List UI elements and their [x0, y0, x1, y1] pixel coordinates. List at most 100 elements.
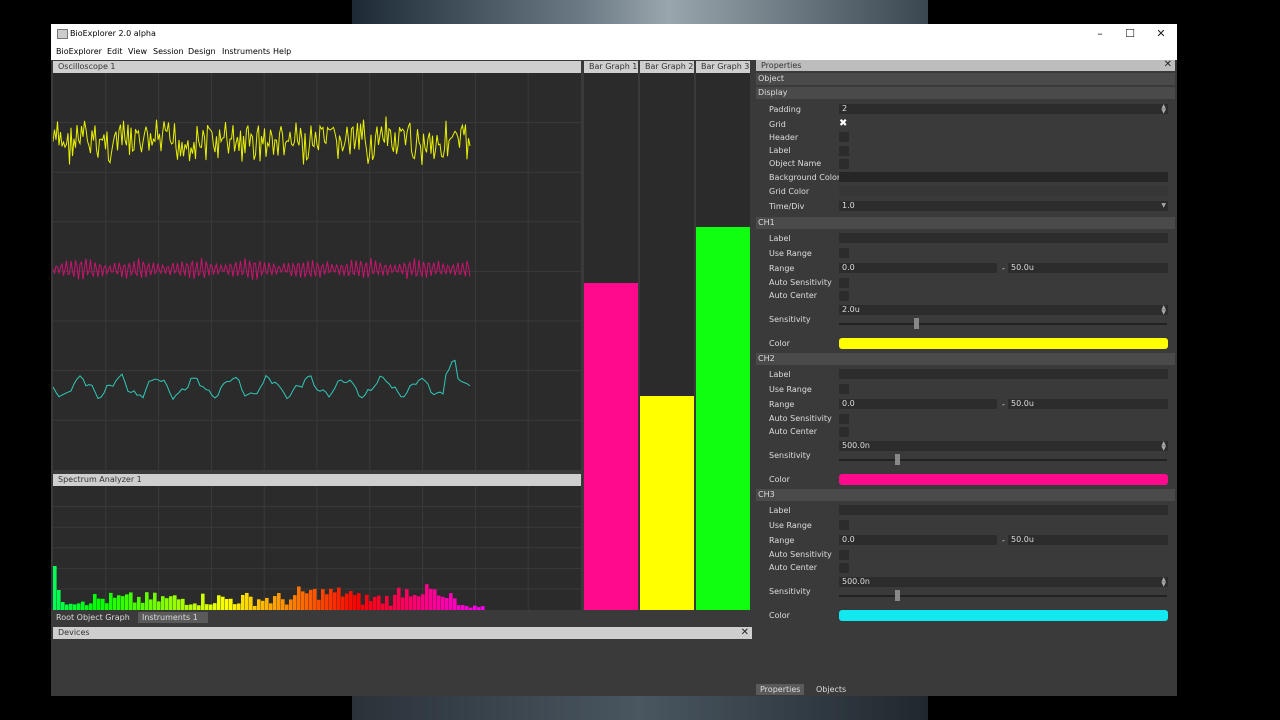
ch3-range-max-input[interactable]: 50.0u	[1008, 535, 1168, 545]
spectrum-bin	[333, 592, 337, 610]
menu-view[interactable]: View	[128, 47, 147, 56]
bar-graph-2-header[interactable]: Bar Graph 2	[640, 61, 694, 73]
ch3-sensitivity-input[interactable]: 500.0n ▲ ▼	[839, 577, 1168, 588]
spectrum-analyzer-plot[interactable]	[53, 486, 581, 610]
padding-input[interactable]: 2 ▲ ▼	[839, 104, 1168, 115]
tab-instruments-1[interactable]: Instruments 1	[138, 612, 208, 623]
desktop-wallpaper-bottom	[352, 696, 928, 720]
ch2-sensitivity-input[interactable]: 500.0n ▲ ▼	[839, 441, 1168, 452]
background-color-field[interactable]	[839, 172, 1168, 182]
padding-spin-icon[interactable]: ▲ ▼	[1161, 104, 1166, 115]
spectrum-bin	[181, 598, 185, 610]
ch2-range-min-input[interactable]: 0.0	[839, 399, 997, 409]
devices-close-icon[interactable]: ✕	[741, 627, 749, 639]
oscilloscope-header[interactable]: Oscilloscope 1	[53, 61, 581, 73]
section-ch2[interactable]: CH2	[756, 353, 1175, 365]
spectrum-bin	[157, 601, 161, 610]
spectrum-bin	[361, 604, 365, 610]
ch2-label-input[interactable]	[839, 369, 1168, 379]
tab-root-object-graph[interactable]: Root Object Graph	[52, 612, 134, 623]
menu-bioexplorer[interactable]: BioExplorer	[56, 47, 102, 56]
grid-color-field[interactable]	[839, 186, 1168, 196]
ch1-range-min-input[interactable]: 0.0	[839, 263, 997, 273]
ch1-sensitivity-slider[interactable]	[839, 323, 1167, 325]
ch2-sensitivity-spin-icon[interactable]: ▲ ▼	[1161, 441, 1166, 452]
ch3-sensitivity-slider[interactable]	[839, 595, 1167, 597]
ch1-use-range-checkbox[interactable]	[839, 248, 849, 258]
bar-graph-1[interactable]	[584, 73, 638, 610]
oscilloscope-plot[interactable]	[53, 73, 581, 470]
menu-help[interactable]: Help	[273, 47, 291, 56]
ch1-auto-center-checkbox[interactable]	[839, 291, 849, 301]
ch2-use-range-checkbox[interactable]	[839, 384, 849, 394]
ch1-color-swatch[interactable]	[839, 338, 1168, 349]
ch3-label-input[interactable]	[839, 505, 1168, 515]
ch2-color-swatch[interactable]	[839, 474, 1168, 485]
ch1-range-max-value: 50.0u	[1011, 263, 1034, 272]
bar-graph-3-header[interactable]: Bar Graph 3	[696, 61, 750, 73]
spectrum-bin	[421, 594, 425, 610]
spectrum-bin	[53, 566, 57, 610]
ch2-slider-handle[interactable]	[895, 454, 900, 465]
bar-graph-3[interactable]	[696, 73, 750, 610]
ch2-auto-center-checkbox[interactable]	[839, 427, 849, 437]
ch2-sensitivity-slider[interactable]	[839, 459, 1167, 461]
bar-graph-3-fill	[696, 227, 750, 610]
spectrum-bin	[69, 603, 73, 610]
ch3-use-range-checkbox[interactable]	[839, 520, 849, 530]
ch2-auto-sensitivity-label: Auto Sensitivity	[769, 414, 832, 423]
ch3-auto-sensitivity-checkbox[interactable]	[839, 550, 849, 560]
ch1-sensitivity-spin-icon[interactable]: ▲ ▼	[1161, 305, 1166, 316]
spectrum-bin	[261, 600, 265, 610]
section-object[interactable]: Object	[756, 73, 1175, 85]
minimize-button[interactable]: –	[1085, 24, 1115, 44]
ch3-auto-center-checkbox[interactable]	[839, 563, 849, 573]
ch3-slider-handle[interactable]	[895, 590, 900, 601]
section-ch3[interactable]: CH3	[756, 489, 1175, 501]
ch3-auto-center-label: Auto Center	[769, 563, 818, 572]
spectrum-bin	[97, 598, 101, 610]
menu-session[interactable]: Session	[153, 47, 184, 56]
spectrum-analyzer-header[interactable]: Spectrum Analyzer 1	[53, 474, 581, 486]
bar-graph-2[interactable]	[640, 73, 694, 610]
spectrum-bin	[201, 593, 205, 610]
tab-properties[interactable]: Properties	[756, 684, 805, 695]
properties-close-icon[interactable]: ✕	[1164, 59, 1172, 71]
bar-graph-1-header[interactable]: Bar Graph 1	[584, 61, 638, 73]
menu-design[interactable]: Design	[188, 47, 216, 56]
ch1-label-input[interactable]	[839, 233, 1168, 243]
header-checkbox[interactable]	[839, 132, 849, 142]
object-name-checkbox[interactable]	[839, 159, 849, 169]
spectrum-bin	[357, 593, 361, 610]
ch3-color-swatch[interactable]	[839, 610, 1168, 621]
ch1-range-max-input[interactable]: 50.0u	[1008, 263, 1168, 273]
ch3-range-min-input[interactable]: 0.0	[839, 535, 997, 545]
title-bar[interactable]: BioExplorer 2.0 alpha – ☐ ✕	[51, 24, 1177, 44]
ch3-range-min-value: 0.0	[842, 535, 855, 544]
maximize-button[interactable]: ☐	[1115, 24, 1145, 44]
close-window-button[interactable]: ✕	[1146, 24, 1176, 44]
time-div-select[interactable]: 1.0 ▼	[839, 201, 1168, 211]
tab-objects[interactable]: Objects	[812, 684, 850, 695]
ch1-sensitivity-input[interactable]: 2.0u ▲ ▼	[839, 305, 1168, 316]
spectrum-bin	[81, 601, 85, 610]
spectrum-bin	[457, 605, 461, 610]
spectrum-bin	[417, 596, 421, 610]
spectrum-bin	[117, 595, 121, 610]
ch3-sensitivity-spin-icon[interactable]: ▲ ▼	[1161, 577, 1166, 588]
ch3-range-dash: -	[1002, 536, 1005, 545]
ch2-auto-sensitivity-checkbox[interactable]	[839, 414, 849, 424]
ch1-slider-handle[interactable]	[914, 318, 919, 329]
spectrum-bin	[345, 593, 349, 610]
menu-instruments[interactable]: Instruments	[222, 47, 270, 56]
ch2-range-max-input[interactable]: 50.0u	[1008, 399, 1168, 409]
grid-checkbox[interactable]: ✖	[839, 119, 849, 129]
ch1-auto-sensitivity-checkbox[interactable]	[839, 278, 849, 288]
label-checkbox[interactable]	[839, 146, 849, 156]
ch2-sensitivity-value: 500.0n	[842, 441, 870, 450]
section-display[interactable]: Display	[756, 87, 1175, 99]
spectrum-bin	[241, 594, 245, 610]
menu-edit[interactable]: Edit	[107, 47, 123, 56]
spectrum-bin	[301, 591, 305, 610]
section-ch1[interactable]: CH1	[756, 217, 1175, 229]
